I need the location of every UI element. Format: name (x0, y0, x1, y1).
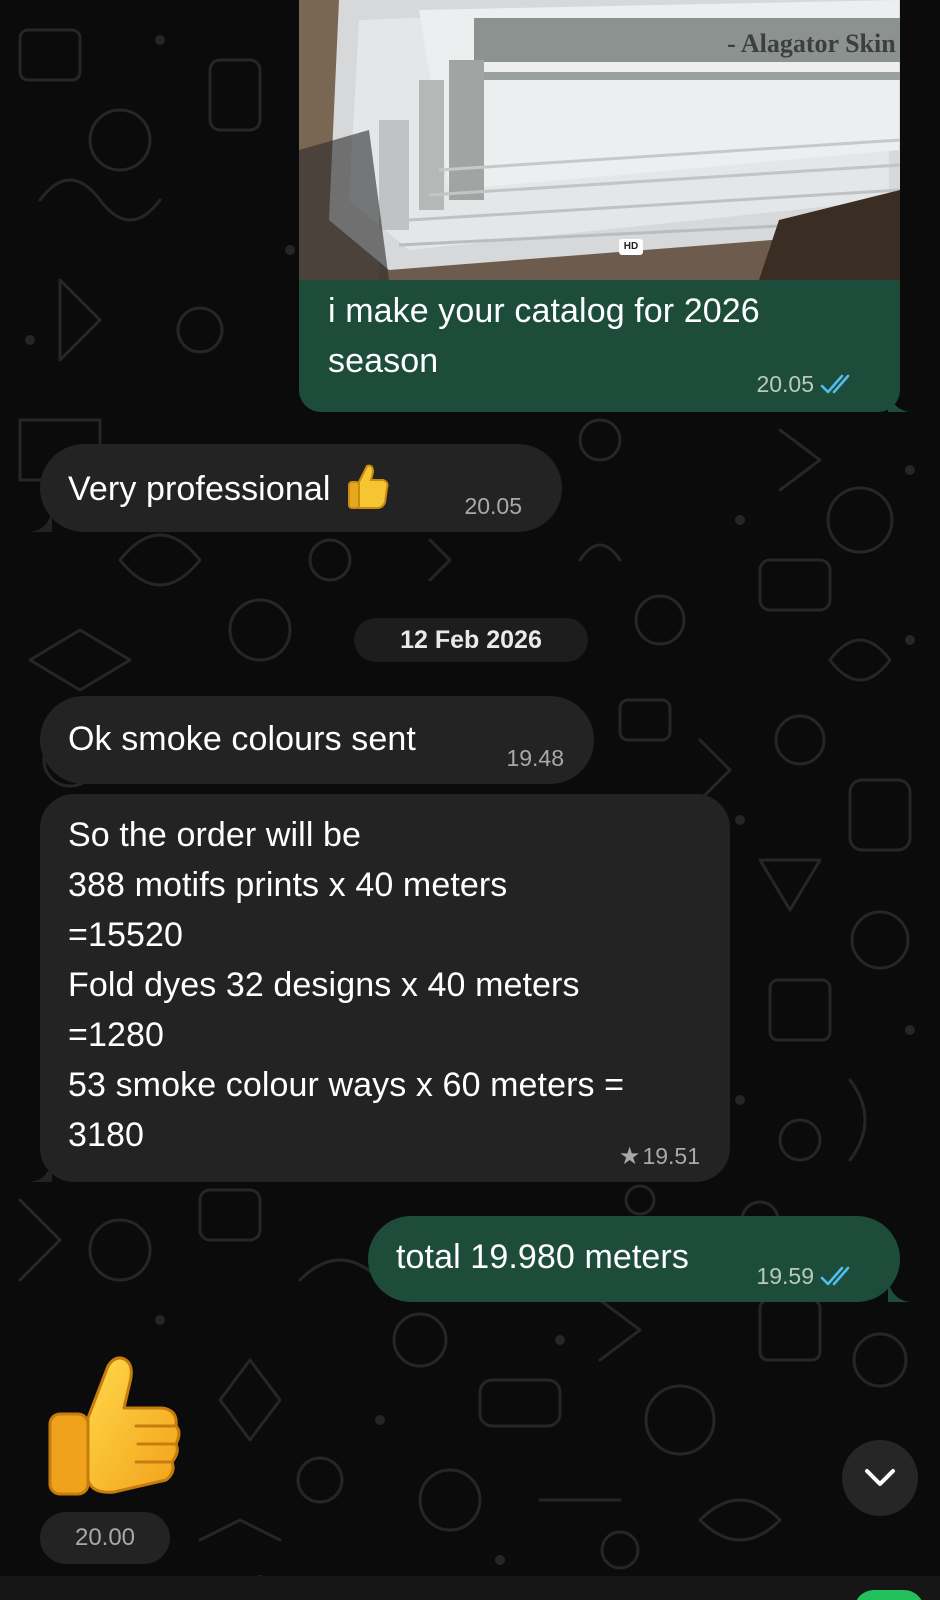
message-time: 19.51 (642, 1142, 700, 1169)
message-incoming[interactable]: Very professional 20.05 (30, 444, 562, 532)
bubble-tail (888, 390, 910, 412)
message-meta: 20.05 (464, 493, 522, 520)
send-button[interactable] (854, 1590, 924, 1600)
message-text: Ok smoke colours sent (68, 720, 416, 758)
thumbs-up-icon[interactable] (44, 1352, 184, 1502)
composer-bar-edge (0, 1576, 940, 1600)
hd-badge: HD (619, 239, 643, 255)
message-line: =15520 (68, 916, 184, 954)
message-outgoing[interactable]: total 19.980 meters 19.59 (368, 1216, 910, 1302)
message-time: 19.59 (756, 1263, 814, 1289)
thumbs-up-icon (347, 464, 389, 509)
message-incoming[interactable]: Ok smoke colours sent 19.48 (40, 696, 594, 784)
message-text: total 19.980 meters (396, 1238, 689, 1276)
chevron-down-icon (865, 1469, 895, 1486)
message-line: Fold dyes 32 designs x 40 meters (68, 966, 580, 1004)
star-icon: ★ (618, 1142, 641, 1170)
message-time: 20.05 (756, 371, 814, 397)
bubble-tail (888, 1280, 910, 1302)
message-line: 53 smoke colour ways x 60 meters = (68, 1066, 625, 1104)
double-check-icon (820, 374, 850, 393)
message-time: 19.48 (506, 745, 564, 771)
photo-label-text: - Alagator Skin - (727, 29, 900, 58)
double-check-icon (820, 1266, 850, 1285)
message-time: 20.00 (40, 1512, 170, 1564)
message-meta: ★ 19.51 (619, 1142, 700, 1170)
message-time: 20.05 (464, 493, 522, 519)
message-text: Very professional (68, 470, 331, 508)
chat-screen: - Alagator Skin - HD i make your catalog… (0, 0, 940, 1600)
message-meta: 19.48 (506, 745, 564, 772)
photo-message[interactable]: - Alagator Skin - HD i make your catalog… (299, 0, 910, 412)
message-line: 3180 (68, 1116, 145, 1154)
message-line: So the order will be (68, 816, 362, 854)
message-meta: 20.05 (756, 371, 856, 398)
message-line: =1280 (68, 1016, 164, 1054)
message-line: 388 motifs prints x 40 meters (68, 866, 508, 904)
scroll-down-button[interactable] (842, 1440, 918, 1516)
message-meta: 19.59 (756, 1263, 856, 1290)
message-text-block: So the order will be 388 motifs prints x… (68, 810, 710, 1160)
bubble-tail (30, 510, 52, 532)
catalog-photo[interactable]: - Alagator Skin - (299, 0, 900, 280)
message-text: i make your catalog for 2026 season (328, 292, 760, 380)
date-separator: 12 Feb 2026 (354, 618, 588, 662)
bubble-tail (30, 1160, 52, 1182)
message-incoming[interactable]: So the order will be 388 motifs prints x… (30, 794, 730, 1182)
